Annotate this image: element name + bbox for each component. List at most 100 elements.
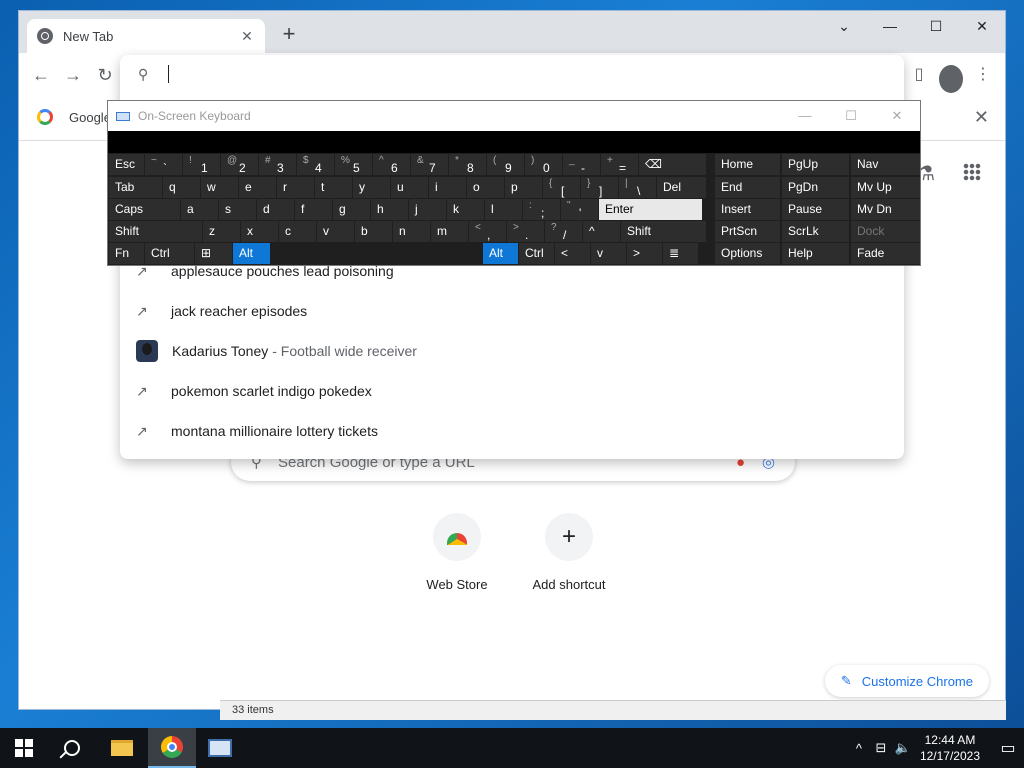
osk-key[interactable]: * 8 <box>449 154 486 175</box>
suggestion-item[interactable]: ↗ montana millionaire lottery tickets <box>120 411 904 451</box>
osk-key[interactable]: u <box>391 177 428 198</box>
osk-key[interactable]: t <box>315 177 352 198</box>
osk-key[interactable]: | \ <box>619 177 656 198</box>
osk-key[interactable]: v <box>317 221 354 242</box>
osk-key[interactable]: Esc <box>109 154 144 175</box>
tab-close-icon[interactable]: ✕ <box>239 28 255 45</box>
osk-key[interactable]: v <box>591 243 626 264</box>
osk-key[interactable]: Help <box>782 243 849 264</box>
osk-key[interactable]: < <box>555 243 590 264</box>
osk-key[interactable]: {[ <box>543 177 580 198</box>
omnibox-input[interactable]: ⚲ <box>120 55 904 93</box>
volume-muted-icon[interactable]: 🔈 <box>892 740 914 756</box>
osk-key[interactable]: ~ ` <box>145 154 182 175</box>
osk-key[interactable]: PgUp <box>782 154 849 175</box>
osk-key[interactable]: & 7 <box>411 154 448 175</box>
tab-search-dropdown-icon[interactable]: ⌄ <box>821 11 867 41</box>
osk-key[interactable]: Alt <box>483 243 518 264</box>
suggestion-item[interactable]: ↗ jack reacher episodes <box>120 291 904 331</box>
osk-key[interactable]: Enter <box>599 199 702 220</box>
osk-key[interactable]: Pause <box>782 199 849 220</box>
osk-key[interactable]: Shift <box>621 221 706 242</box>
osk-key[interactable]: h <box>371 199 408 220</box>
osk-key[interactable]: ? / <box>545 221 582 242</box>
osk-key[interactable]: ! 1 <box>183 154 220 175</box>
osk-key[interactable]: Alt <box>233 243 270 264</box>
osk-key[interactable]: Ctrl <box>145 243 194 264</box>
osk-key[interactable]: }] <box>581 177 618 198</box>
taskbar-chrome[interactable] <box>148 728 196 768</box>
osk-key[interactable]: a <box>181 199 218 220</box>
osk-key[interactable]: ^ 6 <box>373 154 410 175</box>
osk-key[interactable]: $4 <box>297 154 334 175</box>
chevron-up-icon[interactable]: ^ <box>848 741 870 756</box>
osk-key[interactable]: q <box>163 177 200 198</box>
osk-key[interactable]: Fade <box>851 243 920 264</box>
back-arrow-icon[interactable]: ← <box>25 59 57 91</box>
osk-key[interactable]: Fn <box>109 243 144 264</box>
osk-key[interactable]: >. <box>507 221 544 242</box>
osk-key[interactable]: _ - <box>563 154 600 175</box>
osk-key[interactable]: ⌫ <box>639 154 706 175</box>
osk-key[interactable]: Options <box>715 243 780 264</box>
osk-key[interactable]: #3 <box>259 154 296 175</box>
osk-key[interactable]: <, <box>469 221 506 242</box>
taskbar-search-button[interactable] <box>48 728 96 768</box>
osk-key[interactable]: :; <box>523 199 560 220</box>
osk-key[interactable]: Dock <box>851 221 920 242</box>
clock[interactable]: 12:44 AM 12/17/2023 <box>920 732 980 764</box>
side-panel-icon[interactable]: ▯ <box>907 61 931 89</box>
osk-key[interactable]: (9 <box>487 154 524 175</box>
osk-key[interactable]: Home <box>715 154 780 175</box>
osk-key[interactable]: f <box>295 199 332 220</box>
osk-key[interactable]: z <box>203 221 240 242</box>
osk-key[interactable]: Del <box>657 177 706 198</box>
osk-key[interactable]: r <box>277 177 314 198</box>
osk-key[interactable]: ≣ <box>663 243 698 264</box>
osk-key[interactable]: ^ <box>583 221 620 242</box>
osk-key[interactable]: o <box>467 177 504 198</box>
forward-arrow-icon[interactable]: → <box>57 59 89 91</box>
osk-key[interactable]: ⊞ <box>195 243 232 264</box>
osk-key[interactable]: " ' <box>561 199 598 220</box>
osk-key[interactable]: Mv Up <box>851 177 920 198</box>
osk-key[interactable]: > <box>627 243 662 264</box>
osk-key[interactable]: % 5 <box>335 154 372 175</box>
osk-key[interactable]: n <box>393 221 430 242</box>
osk-key[interactable]: p <box>505 177 542 198</box>
bar-close-icon[interactable]: ✕ <box>974 107 989 128</box>
profile-icon[interactable] <box>939 61 963 93</box>
osk-key[interactable]: ) 0 <box>525 154 562 175</box>
osk-key[interactable]: Caps <box>109 199 180 220</box>
reload-icon[interactable]: ↻ <box>89 59 121 91</box>
tab-new-tab[interactable]: New Tab ✕ <box>27 19 265 53</box>
osk-key[interactable]: y <box>353 177 390 198</box>
osk-key[interactable]: l <box>485 199 522 220</box>
menu-kebab-icon[interactable]: ⋮ <box>971 61 995 89</box>
start-button[interactable] <box>0 728 48 768</box>
osk-maximize-button[interactable]: ☐ <box>828 101 874 131</box>
osk-key[interactable]: Shift <box>109 221 202 242</box>
taskbar-osk[interactable] <box>196 728 244 768</box>
osk-key[interactable]: x <box>241 221 278 242</box>
osk-key[interactable]: End <box>715 177 780 198</box>
osk-key[interactable]: m <box>431 221 468 242</box>
taskbar-file-explorer[interactable] <box>98 728 146 768</box>
osk-close-button[interactable]: ✕ <box>874 101 920 131</box>
osk-key[interactable]: ScrLk <box>782 221 849 242</box>
osk-key[interactable]: Mv Dn <box>851 199 920 220</box>
osk-key[interactable]: Nav <box>851 154 920 175</box>
close-button[interactable]: ✕ <box>959 11 1005 41</box>
new-tab-button[interactable]: + <box>277 23 301 47</box>
bookmark-google[interactable]: Google <box>37 109 111 125</box>
osk-key[interactable]: Tab <box>109 177 162 198</box>
minimize-button[interactable]: — <box>867 11 913 41</box>
osk-key[interactable]: PrtScn <box>715 221 780 242</box>
osk-key[interactable]: s <box>219 199 256 220</box>
osk-key[interactable]: e <box>239 177 276 198</box>
google-apps-icon[interactable] <box>963 163 981 181</box>
osk-key[interactable]: j <box>409 199 446 220</box>
osk-key[interactable]: Ctrl <box>519 243 554 264</box>
suggestion-item[interactable]: ↗ pokemon scarlet indigo pokedex <box>120 371 904 411</box>
osk-key[interactable]: d <box>257 199 294 220</box>
